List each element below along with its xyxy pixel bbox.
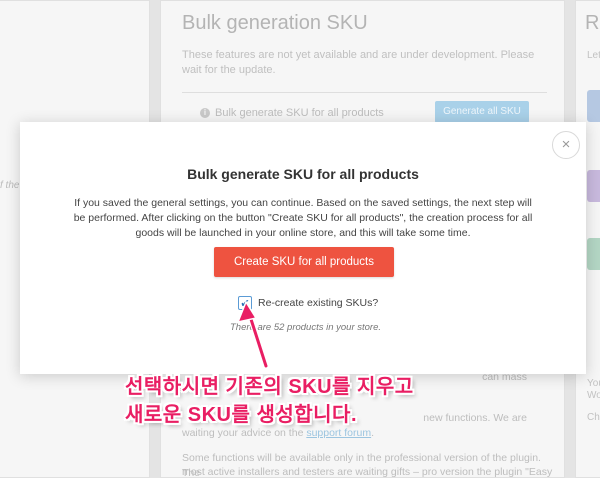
right-panel-text-4: Ch — [587, 412, 600, 423]
create-sku-button[interactable]: Create SKU for all products — [214, 247, 394, 277]
generate-all-sku-button[interactable]: Generate all SKU — [435, 101, 529, 123]
annotation-line-1: 선택하시면 기존의 SKU를 지우고 — [125, 376, 414, 398]
checkmark-icon: ✔ — [240, 297, 250, 310]
right-panel-text-2: You — [587, 378, 600, 389]
section-divider — [182, 92, 547, 93]
section-description: These features are not yet available and… — [182, 49, 535, 76]
bg-paragraph-2-prefix: waiting your advice on the — [182, 427, 304, 439]
modal-title: Bulk generate SKU for all products — [187, 166, 419, 182]
close-button[interactable]: × — [552, 131, 580, 159]
bg-paragraph-2-line2: waiting your advice on the support forum… — [182, 427, 375, 439]
right-thumb-1 — [587, 90, 600, 122]
recreate-skus-label[interactable]: Re-create existing SKUs? — [258, 297, 378, 309]
section-title: Bulk generation SKU — [182, 12, 368, 34]
right-panel-text-1: Let — [587, 50, 600, 61]
bulk-generate-modal: × Bulk generate SKU for all products If … — [20, 122, 586, 374]
close-icon: × — [561, 136, 571, 153]
support-forum-link[interactable]: support forum — [306, 427, 371, 439]
left-panel-text: f the — [0, 180, 20, 191]
recreate-skus-option[interactable]: ✔ Re-create existing SKUs? — [238, 295, 378, 311]
info-icon: i — [200, 108, 210, 118]
recreate-skus-checkbox[interactable]: ✔ — [238, 296, 252, 310]
bulk-generate-row-label: Bulk generate SKU for all products — [215, 107, 384, 119]
product-count-text: There are 52 products in your store. — [230, 322, 382, 333]
right-panel-title: Re — [585, 12, 600, 34]
right-thumb-2 — [587, 170, 600, 202]
right-panel-text-3: Wo — [587, 390, 600, 401]
right-thumb-3 — [587, 238, 600, 270]
bg-paragraph-3-line2: most active installers and testers are w… — [182, 466, 553, 478]
annotation-line-2: 새로운 SKU를 생성합니다. — [125, 404, 357, 426]
modal-description: If you saved the general settings, you c… — [73, 197, 533, 239]
